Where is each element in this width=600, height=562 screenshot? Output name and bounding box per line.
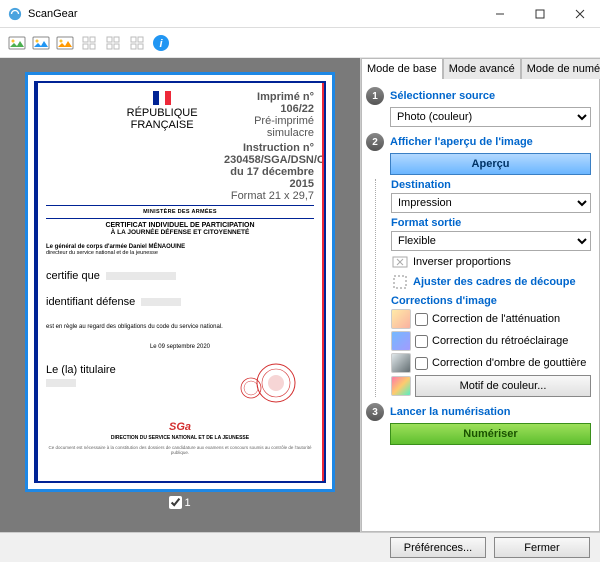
step3-title: Lancer la numérisation (390, 406, 510, 418)
thumb-presets-icon[interactable] (6, 32, 28, 54)
destination-title: Destination (391, 179, 591, 191)
maximize-button[interactable] (520, 0, 560, 28)
invert-label: Inverser proportions (413, 256, 511, 268)
preview-area: RÉPUBLIQUE FRANÇAISE Imprimé n° 106/22 P… (0, 58, 360, 532)
color-pattern-button[interactable]: Motif de couleur... (415, 375, 591, 397)
backlight-label: Correction du rétroéclairage (432, 335, 568, 347)
seal-large-icon (256, 363, 296, 403)
gutter-checkbox[interactable] (415, 357, 428, 370)
preferences-button[interactable]: Préférences... (390, 537, 486, 558)
crop-title[interactable]: Ajuster des cadres de découpe (413, 276, 576, 288)
close-app-button[interactable]: Fermer (494, 537, 590, 558)
close-button[interactable] (560, 0, 600, 28)
thumb-single-icon[interactable] (30, 32, 52, 54)
fade-checkbox[interactable] (415, 313, 428, 326)
step1-title: Sélectionner source (390, 90, 495, 102)
corrections-title: Corrections d'image (391, 295, 591, 307)
tab-advanced[interactable]: Mode avancé (443, 58, 521, 79)
backlight-corr-icon (391, 331, 411, 351)
bottom-bar: Préférences... Fermer (0, 532, 600, 562)
thumb-multi-icon[interactable] (54, 32, 76, 54)
tab-auto[interactable]: Mode de numérisation automatique (521, 58, 600, 79)
settings-panel: Mode de base Mode avancé Mode de numéris… (360, 58, 600, 532)
tab-basic[interactable]: Mode de base (361, 58, 443, 79)
step1-badge: 1 (366, 87, 384, 105)
app-icon (8, 7, 22, 21)
gutter-label: Correction d'ombre de gouttière (432, 357, 586, 369)
toolbar: i (0, 28, 600, 58)
format-title: Format sortie (391, 217, 591, 229)
step2-badge: 2 (366, 133, 384, 151)
destination-select[interactable]: Impression (391, 193, 591, 213)
window-title: ScanGear (28, 8, 480, 20)
apercu-button[interactable]: Aperçu (390, 153, 591, 175)
preview-frame[interactable]: RÉPUBLIQUE FRANÇAISE Imprimé n° 106/22 P… (25, 72, 335, 492)
info-icon[interactable]: i (150, 32, 172, 54)
invert-icon[interactable] (391, 253, 409, 271)
rotate-right-icon[interactable] (102, 32, 124, 54)
crop-icon (391, 273, 409, 291)
rf-logo-icon (153, 91, 171, 105)
source-select[interactable]: Photo (couleur) (390, 107, 591, 127)
fade-label: Correction de l'atténuation (432, 313, 560, 325)
fade-corr-icon (391, 309, 411, 329)
backlight-checkbox[interactable] (415, 335, 428, 348)
format-select[interactable]: Flexible (391, 231, 591, 251)
numeriser-button[interactable]: Numériser (390, 423, 591, 445)
gutter-corr-icon (391, 353, 411, 373)
grid-icon[interactable] (126, 32, 148, 54)
minimize-button[interactable] (480, 0, 520, 28)
page-checkbox[interactable]: 1 (169, 496, 190, 509)
step2-title: Afficher l'aperçu de l'image (390, 136, 533, 148)
rotate-left-icon[interactable] (78, 32, 100, 54)
titlebar: ScanGear (0, 0, 600, 28)
document-preview: RÉPUBLIQUE FRANÇAISE Imprimé n° 106/22 P… (34, 81, 326, 483)
step3-badge: 3 (366, 403, 384, 421)
color-pattern-icon (391, 376, 411, 396)
